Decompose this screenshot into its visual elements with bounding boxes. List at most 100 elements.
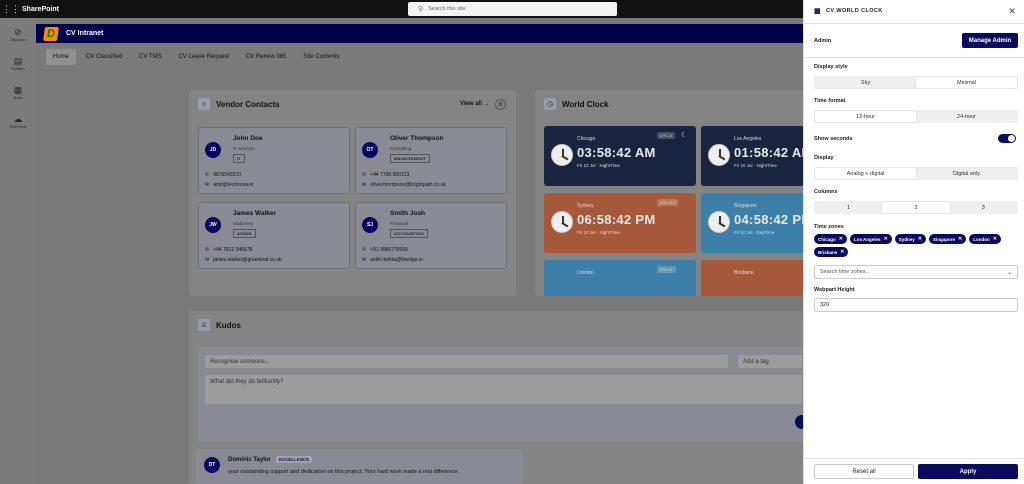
- clock-time: 04:58:42 PM: [734, 212, 803, 227]
- clock-city: Los Angeles: [734, 136, 762, 142]
- remove-icon[interactable]: ✕: [839, 236, 843, 242]
- time-format-12-hour[interactable]: 12-hour: [815, 111, 916, 122]
- search-time-zones-dropdown[interactable]: Search time zones... ⌄: [814, 265, 1018, 279]
- contact-name: Smith Josh: [390, 210, 426, 217]
- contact-phone-row: ✆ 9876543210: [205, 172, 241, 178]
- recognise-input[interactable]: Recognise someone...: [204, 354, 729, 369]
- contact-card[interactable]: OT Oliver Thompson Consulting MANAGEMENT…: [355, 127, 507, 194]
- webpart-height-input[interactable]: 320: [814, 298, 1018, 312]
- clock-tile[interactable]: Chicago 03:58:42 AM Fri 10 Jul · NightTi…: [544, 126, 696, 186]
- appbar-discover[interactable]: ⊘ Discover: [0, 23, 36, 47]
- contact-email[interactable]: james.walker@greenleaf.co.uk: [213, 257, 281, 263]
- site-name[interactable]: CV Intranet: [66, 30, 103, 37]
- avatar: SJ: [362, 217, 378, 233]
- app-launcher-icon[interactable]: ⋮⋮: [0, 4, 22, 15]
- contact-card[interactable]: JD John Doe IT services IT ✆ 9876543210 ✉…: [198, 127, 350, 194]
- appbar-publish[interactable]: ▤ Publish: [0, 52, 36, 76]
- nav-cv-renew-365[interactable]: CV Renew 365: [239, 49, 293, 65]
- tag-input[interactable]: Add a tag: [737, 354, 803, 369]
- tz-chip: Singapore ✕: [928, 234, 967, 244]
- clock-tile[interactable]: Los Angeles 01:58:42 AM Fri 10 Jul · Nig…: [701, 126, 803, 186]
- analog-clock-face: [708, 144, 730, 166]
- clock-time: 06:58:42 PM: [577, 212, 656, 227]
- message-textarea[interactable]: What did they do brilliantly?: [204, 374, 803, 405]
- time-format-24-hour[interactable]: 24-hour: [916, 111, 1017, 122]
- columns-1[interactable]: 1: [815, 202, 882, 213]
- contact-email[interactable]: amit@technova.in: [213, 182, 253, 188]
- time-format-segmented: 12-hour 24-hour: [814, 110, 1018, 123]
- close-icon[interactable]: ✕: [1008, 6, 1016, 17]
- clock-tile[interactable]: Brisbane: [701, 260, 803, 296]
- clock-time: 01:58:42 AM: [734, 145, 803, 160]
- nav-home[interactable]: Home: [46, 49, 77, 65]
- appbar-onedrive[interactable]: ☁ OneDrive: [0, 110, 36, 134]
- contact-phone: +44 7700 900123: [370, 172, 410, 178]
- display-label: Display: [814, 155, 834, 161]
- time-zone-chips: Chicago ✕ Los Angeles ✕ Sydney ✕ Singapore ✕…: [814, 234, 1019, 257]
- manage-admin-button[interactable]: Manage Admin: [962, 33, 1018, 48]
- view-all-link[interactable]: View all →: [460, 101, 490, 107]
- nav-site-contents[interactable]: Site Contents: [296, 49, 346, 65]
- columns-3[interactable]: 3: [950, 202, 1017, 213]
- settings-icon[interactable]: ⚙: [495, 99, 506, 110]
- tz-chip-label: Chicago: [818, 236, 836, 242]
- phone-icon: ✆: [362, 172, 367, 178]
- clock-tile[interactable]: Sydney 06:58:42 PM Fri 10 Jul · NightTim…: [544, 193, 696, 253]
- clock-city: Brisbane: [734, 270, 754, 276]
- columns-2[interactable]: 2: [882, 202, 950, 213]
- clock-date: Fri 10 Jul · NightTime: [577, 230, 620, 235]
- display-style-sky[interactable]: Sky: [815, 77, 916, 88]
- world-clock-card: ◷ World Clock Chicago 03:58:42 AM Fri 10…: [535, 90, 803, 296]
- site-search-input[interactable]: ⚲ Search this site: [408, 2, 617, 16]
- contact-role: Consulting: [390, 146, 412, 151]
- clock-city: Chicago: [577, 136, 596, 142]
- contact-tag: ACCOUNTING: [390, 229, 429, 238]
- remove-icon[interactable]: ✕: [993, 236, 997, 242]
- site-logo[interactable]: D: [43, 26, 59, 41]
- appbar-label: Discover: [10, 37, 26, 42]
- remove-icon[interactable]: ✕: [884, 236, 888, 242]
- contact-email-row: ✉ ankit.mehta@finedge.in: [362, 257, 423, 263]
- divider: [804, 23, 1024, 24]
- reset-all-button[interactable]: Reset all: [814, 464, 914, 479]
- appbar-build[interactable]: ▦ Build: [0, 81, 36, 105]
- contact-phone: +91 9966776655: [370, 247, 408, 253]
- kudos-compose: Recognise someone... Add a tag What did …: [198, 347, 809, 442]
- contact-email[interactable]: oliver.thompson@brightpath.co.uk: [370, 182, 446, 188]
- contact-phone: +44 7812 345678: [213, 247, 253, 253]
- analog-clock-face: [708, 211, 730, 233]
- clock-tile[interactable]: Singapore 04:58:42 PM Fri 10 Jul · DayTi…: [701, 193, 803, 253]
- mail-icon: ✉: [205, 182, 210, 188]
- display-segmented: Analog + digital Digital only: [814, 167, 1018, 180]
- mail-icon: ✉: [205, 257, 210, 263]
- remove-icon[interactable]: ✕: [958, 236, 962, 242]
- contact-email-row: ✉ amit@technova.in: [205, 182, 253, 188]
- tz-chip-label: Los Angeles: [853, 236, 881, 242]
- clock-tile[interactable]: London UTC+1: [544, 260, 696, 296]
- display-style-minimal[interactable]: Minimal: [916, 77, 1017, 88]
- contact-email[interactable]: ankit.mehta@finedge.in: [370, 257, 423, 263]
- nav-cv-classified[interactable]: CV Classified: [79, 49, 129, 65]
- contact-card[interactable]: JW James Walker Stationery ADMIN ✆ +44 78…: [198, 202, 350, 269]
- apply-button[interactable]: Apply: [918, 464, 1018, 479]
- kudos-title: Kudos: [216, 321, 241, 330]
- display-analog-digital[interactable]: Analog + digital: [815, 168, 916, 179]
- phone-icon: ✆: [205, 247, 210, 253]
- remove-icon[interactable]: ✕: [840, 249, 844, 255]
- appbar-label: Build: [13, 95, 23, 100]
- time-zones-label: Time zones: [814, 224, 844, 230]
- clock-icon: ◷: [544, 98, 556, 110]
- nav-cv-leave-request[interactable]: CV Leave Request: [172, 49, 236, 65]
- clock-date: Fri 10 Jul · DayTime: [734, 230, 775, 235]
- show-seconds-toggle[interactable]: [998, 134, 1016, 143]
- clock-city: London: [577, 270, 594, 276]
- clock-city: Sydney: [577, 203, 594, 209]
- display-digital-only[interactable]: Digital only: [916, 168, 1017, 179]
- tz-chip: Los Angeles ✕: [849, 234, 892, 244]
- nav-cv-tms[interactable]: CV TMS: [132, 49, 169, 65]
- contact-card[interactable]: SJ Smith Josh Financial ACCOUNTING ✆ +91 …: [355, 202, 507, 269]
- columns-segmented: 1 2 3: [814, 201, 1018, 214]
- remove-icon[interactable]: ✕: [918, 236, 922, 242]
- appbar-label: OneDrive: [9, 124, 27, 129]
- suite-app-name[interactable]: SharePoint: [22, 6, 59, 13]
